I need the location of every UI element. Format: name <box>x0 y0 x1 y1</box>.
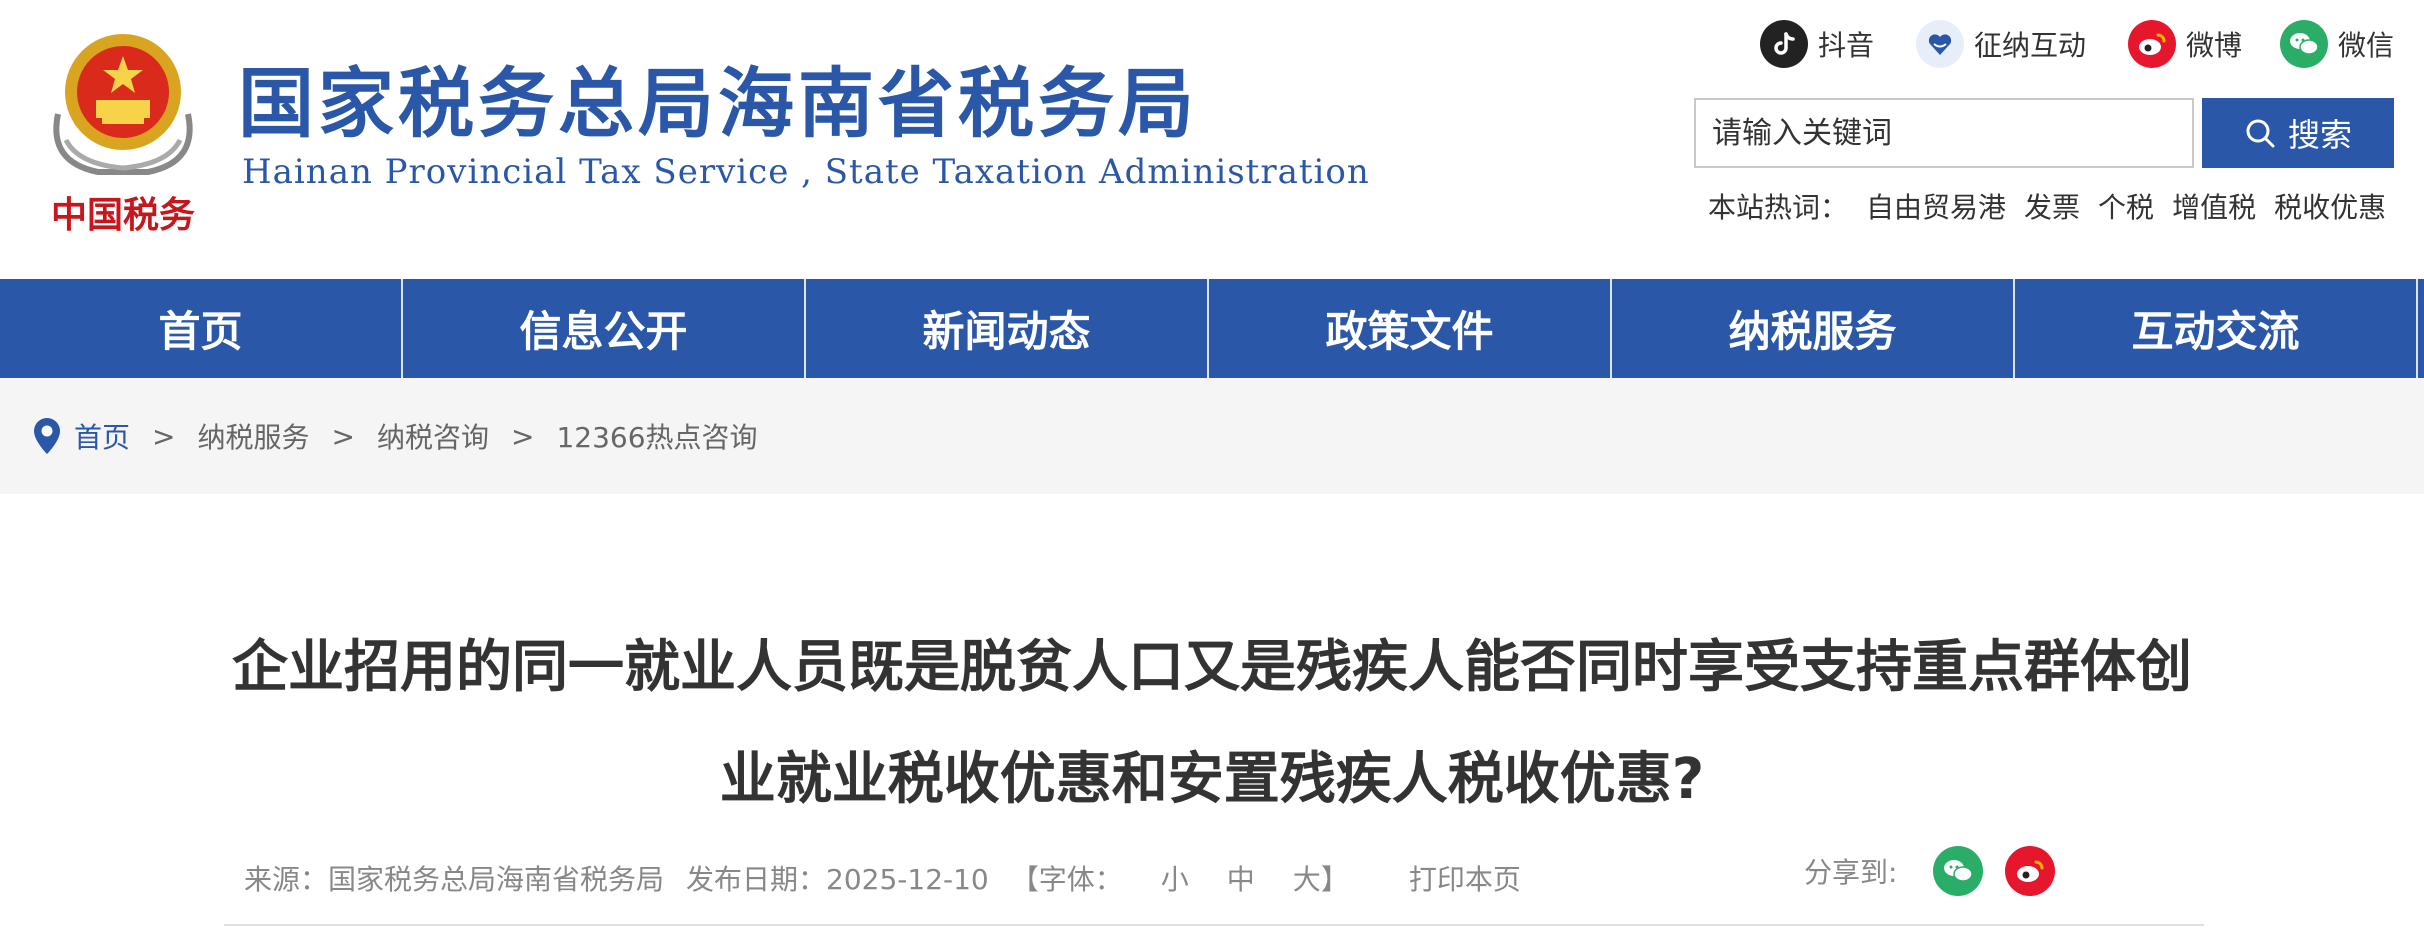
meta-divider <box>224 924 2204 926</box>
article-title-line: 企业招用的同一就业人员既是脱贫人口又是残疾人能否同时享受支持重点群体创 <box>232 635 2192 700</box>
search-button-label: 搜索 <box>2287 116 2352 154</box>
nav-item-policy[interactable]: 政策文件 <box>1209 279 1612 378</box>
search-icon <box>2246 119 2275 148</box>
hot-keyword-link[interactable]: 税收优惠 <box>2274 186 2386 226</box>
font-size-large-button[interactable]: 大 <box>1293 858 1321 898</box>
article-date: 发布日期：2025-12-10 <box>686 863 989 896</box>
svg-text:中国税务: 中国税务 <box>51 194 195 236</box>
breadcrumb-home[interactable]: 首页 <box>74 416 130 456</box>
site-title-chinese[interactable]: 国家税务总局海南省税务局 <box>238 56 1198 152</box>
hot-keyword-link[interactable]: 发票 <box>2024 186 2080 226</box>
main-navigation: 首页 信息公开 新闻动态 政策文件 纳税服务 互动交流 <box>0 279 2424 378</box>
nav-item-info-disclosure[interactable]: 信息公开 <box>403 279 806 378</box>
social-weibo[interactable]: 微博 <box>2128 16 2242 72</box>
share-weibo-icon[interactable] <box>2005 846 2056 896</box>
hot-keyword-link[interactable]: 自由贸易港 <box>1866 186 2006 226</box>
article-title-line: 业就业税收优惠和安置残疾人税收优惠? <box>719 747 1705 812</box>
breadcrumb-separator: > <box>510 419 535 453</box>
nav-item-news[interactable]: 新闻动态 <box>806 279 1209 378</box>
hot-keyword-link[interactable]: 个税 <box>2098 186 2154 226</box>
font-size-small-button[interactable]: 小 <box>1161 858 1189 898</box>
breadcrumb: 首页 > 纳税服务 > 纳税咨询 > 12366热点咨询 <box>0 378 2424 494</box>
search-button[interactable]: 搜索 <box>2202 98 2394 168</box>
share-wechat-icon[interactable] <box>1933 846 1984 896</box>
social-zhengna[interactable]: 征纳互动 <box>1916 16 2086 72</box>
social-douyin[interactable]: 抖音 <box>1760 16 1874 72</box>
wechat-icon <box>2280 20 2328 68</box>
social-wechat[interactable]: 微信 <box>2280 16 2394 72</box>
location-pin-icon <box>34 418 60 454</box>
breadcrumb-tax-service[interactable]: 纳税服务 <box>197 416 309 456</box>
site-title-english[interactable]: Hainan Provincial Tax Service , State Ta… <box>242 152 1370 192</box>
national-emblem-logo[interactable]: 中国税务 <box>38 22 208 242</box>
share-label: 分享到: <box>1804 856 1898 889</box>
font-size-bracket: 】 <box>1320 863 1349 896</box>
nav-item-tax-service[interactable]: 纳税服务 <box>1612 279 2015 378</box>
hot-keywords: 本站热词： 自由贸易港 发票 个税 增值税 税收优惠 <box>1708 186 2386 226</box>
hot-keywords-label: 本站热词： <box>1708 191 1849 224</box>
douyin-icon <box>1760 20 1808 68</box>
heart-hands-icon <box>1916 20 1964 68</box>
site-header: 中国税务 国家税务总局海南省税务局 Hainan Provincial Tax … <box>0 0 2424 279</box>
search-input[interactable] <box>1694 98 2194 168</box>
weibo-icon <box>2128 20 2176 68</box>
social-links: 抖音 征纳互动 微博 微信 <box>1760 16 2400 72</box>
share-bar: 分享到: <box>1804 846 2056 896</box>
breadcrumb-tax-consult[interactable]: 纳税咨询 <box>377 416 489 456</box>
breadcrumb-hotline[interactable]: 12366热点咨询 <box>556 416 757 456</box>
article-title: 企业招用的同一就业人员既是脱贫人口又是残疾人能否同时享受支持重点群体创 业就业税… <box>220 612 2204 836</box>
article-source: 来源：国家税务总局海南省税务局 <box>244 863 665 896</box>
font-size-label: 【字体： <box>1010 863 1123 896</box>
nav-item-home[interactable]: 首页 <box>0 279 403 378</box>
breadcrumb-separator: > <box>152 419 176 453</box>
hot-keyword-link[interactable]: 增值税 <box>2172 186 2256 226</box>
nav-item-interaction[interactable]: 互动交流 <box>2015 279 2418 378</box>
article-meta: 来源：国家税务总局海南省税务局 发布日期：2025-12-10 【字体： 小 中… <box>244 858 1521 898</box>
breadcrumb-separator: > <box>331 419 355 453</box>
font-size-medium-button[interactable]: 中 <box>1227 858 1255 898</box>
print-page-link[interactable]: 打印本页 <box>1409 858 1521 898</box>
